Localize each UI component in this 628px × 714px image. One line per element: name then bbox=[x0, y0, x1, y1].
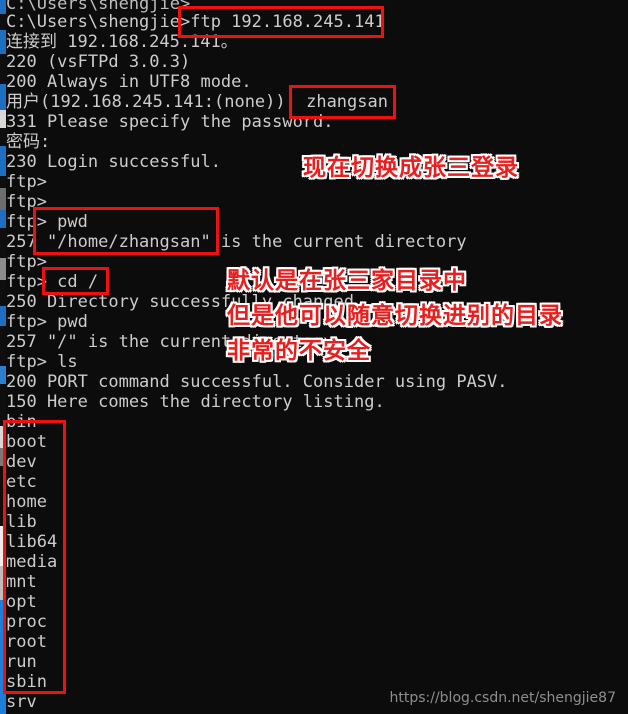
console-line: lib64 bbox=[6, 532, 58, 552]
console-line: etc bbox=[6, 472, 37, 492]
console-line: 230 Login successful. bbox=[6, 152, 221, 172]
console-line: 连接到 192.168.245.141。 bbox=[6, 32, 238, 52]
console-line: proc bbox=[6, 612, 47, 632]
console-line: opt bbox=[6, 592, 37, 612]
watermark: https://blog.csdn.net/shengjie87 bbox=[389, 690, 616, 706]
console-line: ftp> ls bbox=[6, 352, 78, 372]
console-line: dev bbox=[6, 452, 37, 472]
console-line: lib bbox=[6, 512, 37, 532]
annotation-default-home: 默认是在张三家目录中 bbox=[227, 268, 467, 294]
console-line: 150 Here comes the directory listing. bbox=[6, 392, 385, 412]
console-line: run bbox=[6, 652, 37, 672]
console-line: ftp> bbox=[6, 192, 47, 212]
console-line: C:\Users\shengjie>ftp 192.168.245.141 bbox=[6, 12, 385, 32]
console-line: boot bbox=[6, 432, 47, 452]
console-line: srv bbox=[6, 692, 37, 712]
console-line: ftp> pwd bbox=[6, 312, 88, 332]
console-line: ftp> bbox=[6, 172, 47, 192]
console-line: ftp> bbox=[6, 252, 47, 272]
console-window: C:\Users\shengjie> C:\Users\shengjie>ftp … bbox=[0, 0, 628, 714]
console-line: 220 (vsFTPd 3.0.3) bbox=[6, 52, 191, 72]
console-line: ftp> cd / bbox=[6, 272, 99, 292]
annotation-switch-user: 现在切换成张三登录 bbox=[303, 155, 519, 181]
console-line: bin bbox=[6, 412, 37, 432]
console-line: 331 Please specify the password. bbox=[6, 112, 334, 132]
console-line: 200 PORT command successful. Consider us… bbox=[6, 372, 508, 392]
console-line: 密码: bbox=[6, 132, 51, 152]
console-line: 用户(192.168.245.141:(none)): zhangsan bbox=[6, 92, 388, 112]
console-line: ftp> pwd bbox=[6, 212, 88, 232]
console-line: sbin bbox=[6, 672, 47, 692]
console-line: 200 Always in UTF8 mode. bbox=[6, 72, 252, 92]
console-line: home bbox=[6, 492, 47, 512]
console-line: 257 "/home/zhangsan" is the current dire… bbox=[6, 232, 467, 252]
console-line: media bbox=[6, 552, 58, 572]
console-line: root bbox=[6, 632, 47, 652]
annotation-insecure: 非常的不安全 bbox=[227, 338, 371, 364]
annotation-can-switch: 但是他可以随意切换进别的目录 bbox=[227, 303, 563, 329]
console-line: mnt bbox=[6, 572, 37, 592]
